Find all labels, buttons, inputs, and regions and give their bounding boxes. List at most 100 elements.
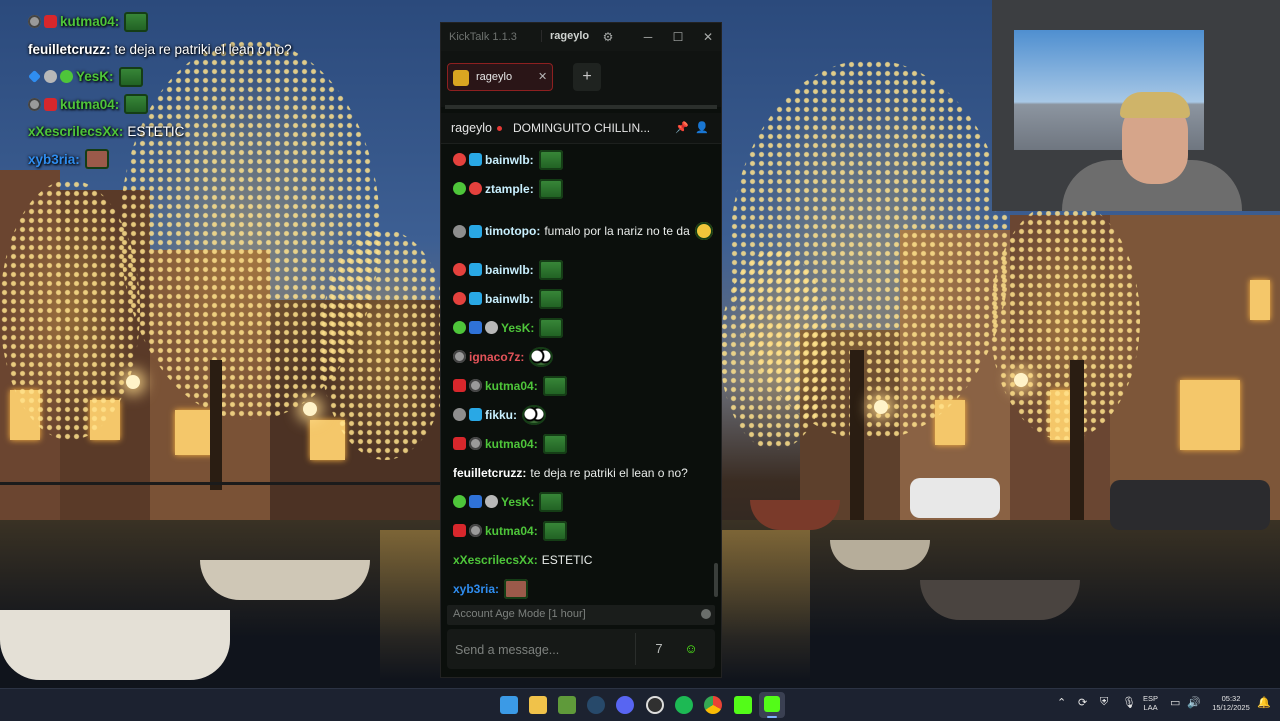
emote-icon[interactable] (522, 404, 547, 425)
obs-icon[interactable] (646, 696, 664, 714)
chat-username[interactable]: bainwlb (485, 292, 530, 306)
red-badge-icon[interactable] (44, 97, 57, 111)
emote-icon[interactable] (542, 433, 567, 454)
spotify-icon[interactable] (675, 696, 693, 714)
language-indicator[interactable]: ESP LAA (1143, 694, 1158, 712)
chat-username[interactable]: kutma04 (60, 97, 115, 112)
skull-badge-icon[interactable] (469, 524, 482, 537)
discord-icon[interactable] (616, 696, 634, 714)
info-icon[interactable] (701, 609, 711, 619)
chat-username[interactable]: timotopo (485, 224, 536, 238)
emote-icon[interactable] (124, 11, 149, 32)
sub-badge-icon[interactable] (469, 182, 482, 195)
close-tab-icon[interactable]: ✕ (538, 70, 547, 83)
emote-icon[interactable] (529, 346, 554, 367)
emote-icon[interactable] (118, 66, 143, 87)
minecraft-icon[interactable] (558, 696, 576, 714)
chat-username[interactable]: kutma04 (485, 379, 534, 393)
chat-username[interactable]: xyb3ria (453, 582, 495, 596)
hammer-badge-icon[interactable] (469, 495, 482, 508)
chat-username[interactable]: YesK (76, 69, 109, 84)
emote-icon[interactable] (542, 520, 567, 541)
sub-badge-icon[interactable] (453, 263, 466, 276)
moon-badge-icon[interactable] (485, 495, 498, 508)
green-badge-icon[interactable] (453, 321, 466, 334)
chat-username[interactable]: feuilletcruzz (28, 42, 106, 57)
emote-icon[interactable] (539, 491, 564, 512)
sword-badge-icon[interactable] (28, 70, 41, 84)
steam-icon[interactable] (587, 696, 605, 714)
chat-username[interactable]: feuilletcruzz (453, 466, 522, 480)
tab-rageylo[interactable]: rageylo ✕ (447, 63, 553, 91)
chat-username[interactable]: ztample (485, 182, 530, 196)
sub-badge-icon[interactable] (453, 153, 466, 166)
emote-icon[interactable] (538, 288, 563, 309)
emote-icon[interactable] (124, 94, 149, 115)
minimize-icon[interactable]: ─ (639, 28, 657, 46)
emote-icon[interactable] (84, 149, 109, 170)
clock[interactable]: 05:32 15/12/2025 (1208, 694, 1254, 712)
emote-icon[interactable] (539, 317, 564, 338)
moon-badge-icon[interactable] (44, 70, 57, 84)
chat-username[interactable]: ignaco7z (469, 350, 520, 364)
network-icon[interactable]: ▭ (1170, 696, 1180, 709)
green-badge-icon[interactable] (453, 182, 466, 195)
skull-badge-icon[interactable] (469, 379, 482, 392)
chat-username[interactable]: xXescrilecsXx (453, 553, 534, 567)
cog-badge-icon[interactable] (453, 224, 466, 238)
blue-badge-icon[interactable] (469, 408, 482, 421)
skull-badge-icon[interactable] (453, 350, 466, 363)
chat-messages[interactable]: bainwlb: ztample: timotopo: fumalo por la n… (441, 145, 713, 601)
channel-name[interactable]: rageylo (451, 121, 492, 135)
red-badge-icon[interactable] (453, 524, 466, 537)
red-badge-icon[interactable] (453, 379, 466, 392)
chat-username[interactable]: kutma04 (485, 524, 534, 538)
7tv-emote-icon[interactable]: 7 (649, 639, 669, 659)
green-badge-icon[interactable] (453, 495, 466, 508)
user-icon[interactable]: 👤 (695, 121, 709, 134)
blue-badge-icon[interactable] (469, 292, 482, 305)
chat-username[interactable]: YesK (501, 495, 530, 509)
chat-username[interactable]: YesK (501, 321, 530, 335)
chat-username[interactable]: kutma04 (485, 437, 534, 451)
title-bar[interactable]: KickTalk 1.1.3 rageylo ⚙ ─ ☐ ✕ (441, 23, 721, 51)
maximize-icon[interactable]: ☐ (669, 28, 687, 46)
show-hidden-icons-icon[interactable]: ⌃ (1057, 696, 1066, 709)
red-badge-icon[interactable] (44, 15, 57, 29)
kicktalk-taskbar-button[interactable] (759, 692, 785, 718)
chrome-icon[interactable] (704, 696, 722, 714)
skull-badge-icon[interactable] (28, 97, 41, 111)
chat-scrollbar[interactable] (714, 563, 718, 597)
skull-badge-icon[interactable] (469, 437, 482, 450)
skull-badge-icon[interactable] (28, 15, 41, 29)
chat-username[interactable]: kutma04 (60, 14, 115, 29)
red-badge-icon[interactable] (453, 437, 466, 450)
volume-icon[interactable]: 🔊 (1187, 696, 1201, 709)
chat-username[interactable]: xXescrilecsXx (28, 124, 119, 139)
chat-username[interactable]: bainwlb (485, 153, 530, 167)
shield-icon[interactable]: ⛨ (1100, 696, 1108, 709)
emote-icon[interactable] (538, 259, 563, 280)
emote-icon[interactable] (542, 375, 567, 396)
chat-username[interactable]: xyb3ria (28, 152, 75, 167)
add-tab-button[interactable]: + (573, 63, 601, 91)
chat-username[interactable]: bainwlb (485, 263, 530, 277)
message-input[interactable] (453, 635, 637, 665)
sub-badge-icon[interactable] (453, 292, 466, 305)
emote-icon[interactable] (538, 178, 563, 199)
emote-icon[interactable] (504, 578, 529, 599)
blue-badge-icon[interactable] (469, 224, 482, 238)
hammer-badge-icon[interactable] (469, 321, 482, 334)
pin-icon[interactable]: 📌 (675, 121, 689, 134)
file-explorer-icon[interactable] (529, 696, 547, 714)
sync-icon[interactable]: ⟳ (1078, 696, 1087, 709)
blue-badge-icon[interactable] (469, 263, 482, 276)
notifications-icon[interactable]: 🔔 (1257, 696, 1271, 709)
emote-icon[interactable] (694, 222, 713, 240)
emote-icon[interactable] (538, 149, 563, 170)
moon-badge-icon[interactable] (485, 321, 498, 334)
windows-start-icon[interactable] (500, 696, 518, 714)
chat-username[interactable]: fikku (485, 408, 513, 422)
kick-icon[interactable] (734, 696, 752, 714)
settings-icon[interactable]: ⚙ (599, 28, 617, 46)
